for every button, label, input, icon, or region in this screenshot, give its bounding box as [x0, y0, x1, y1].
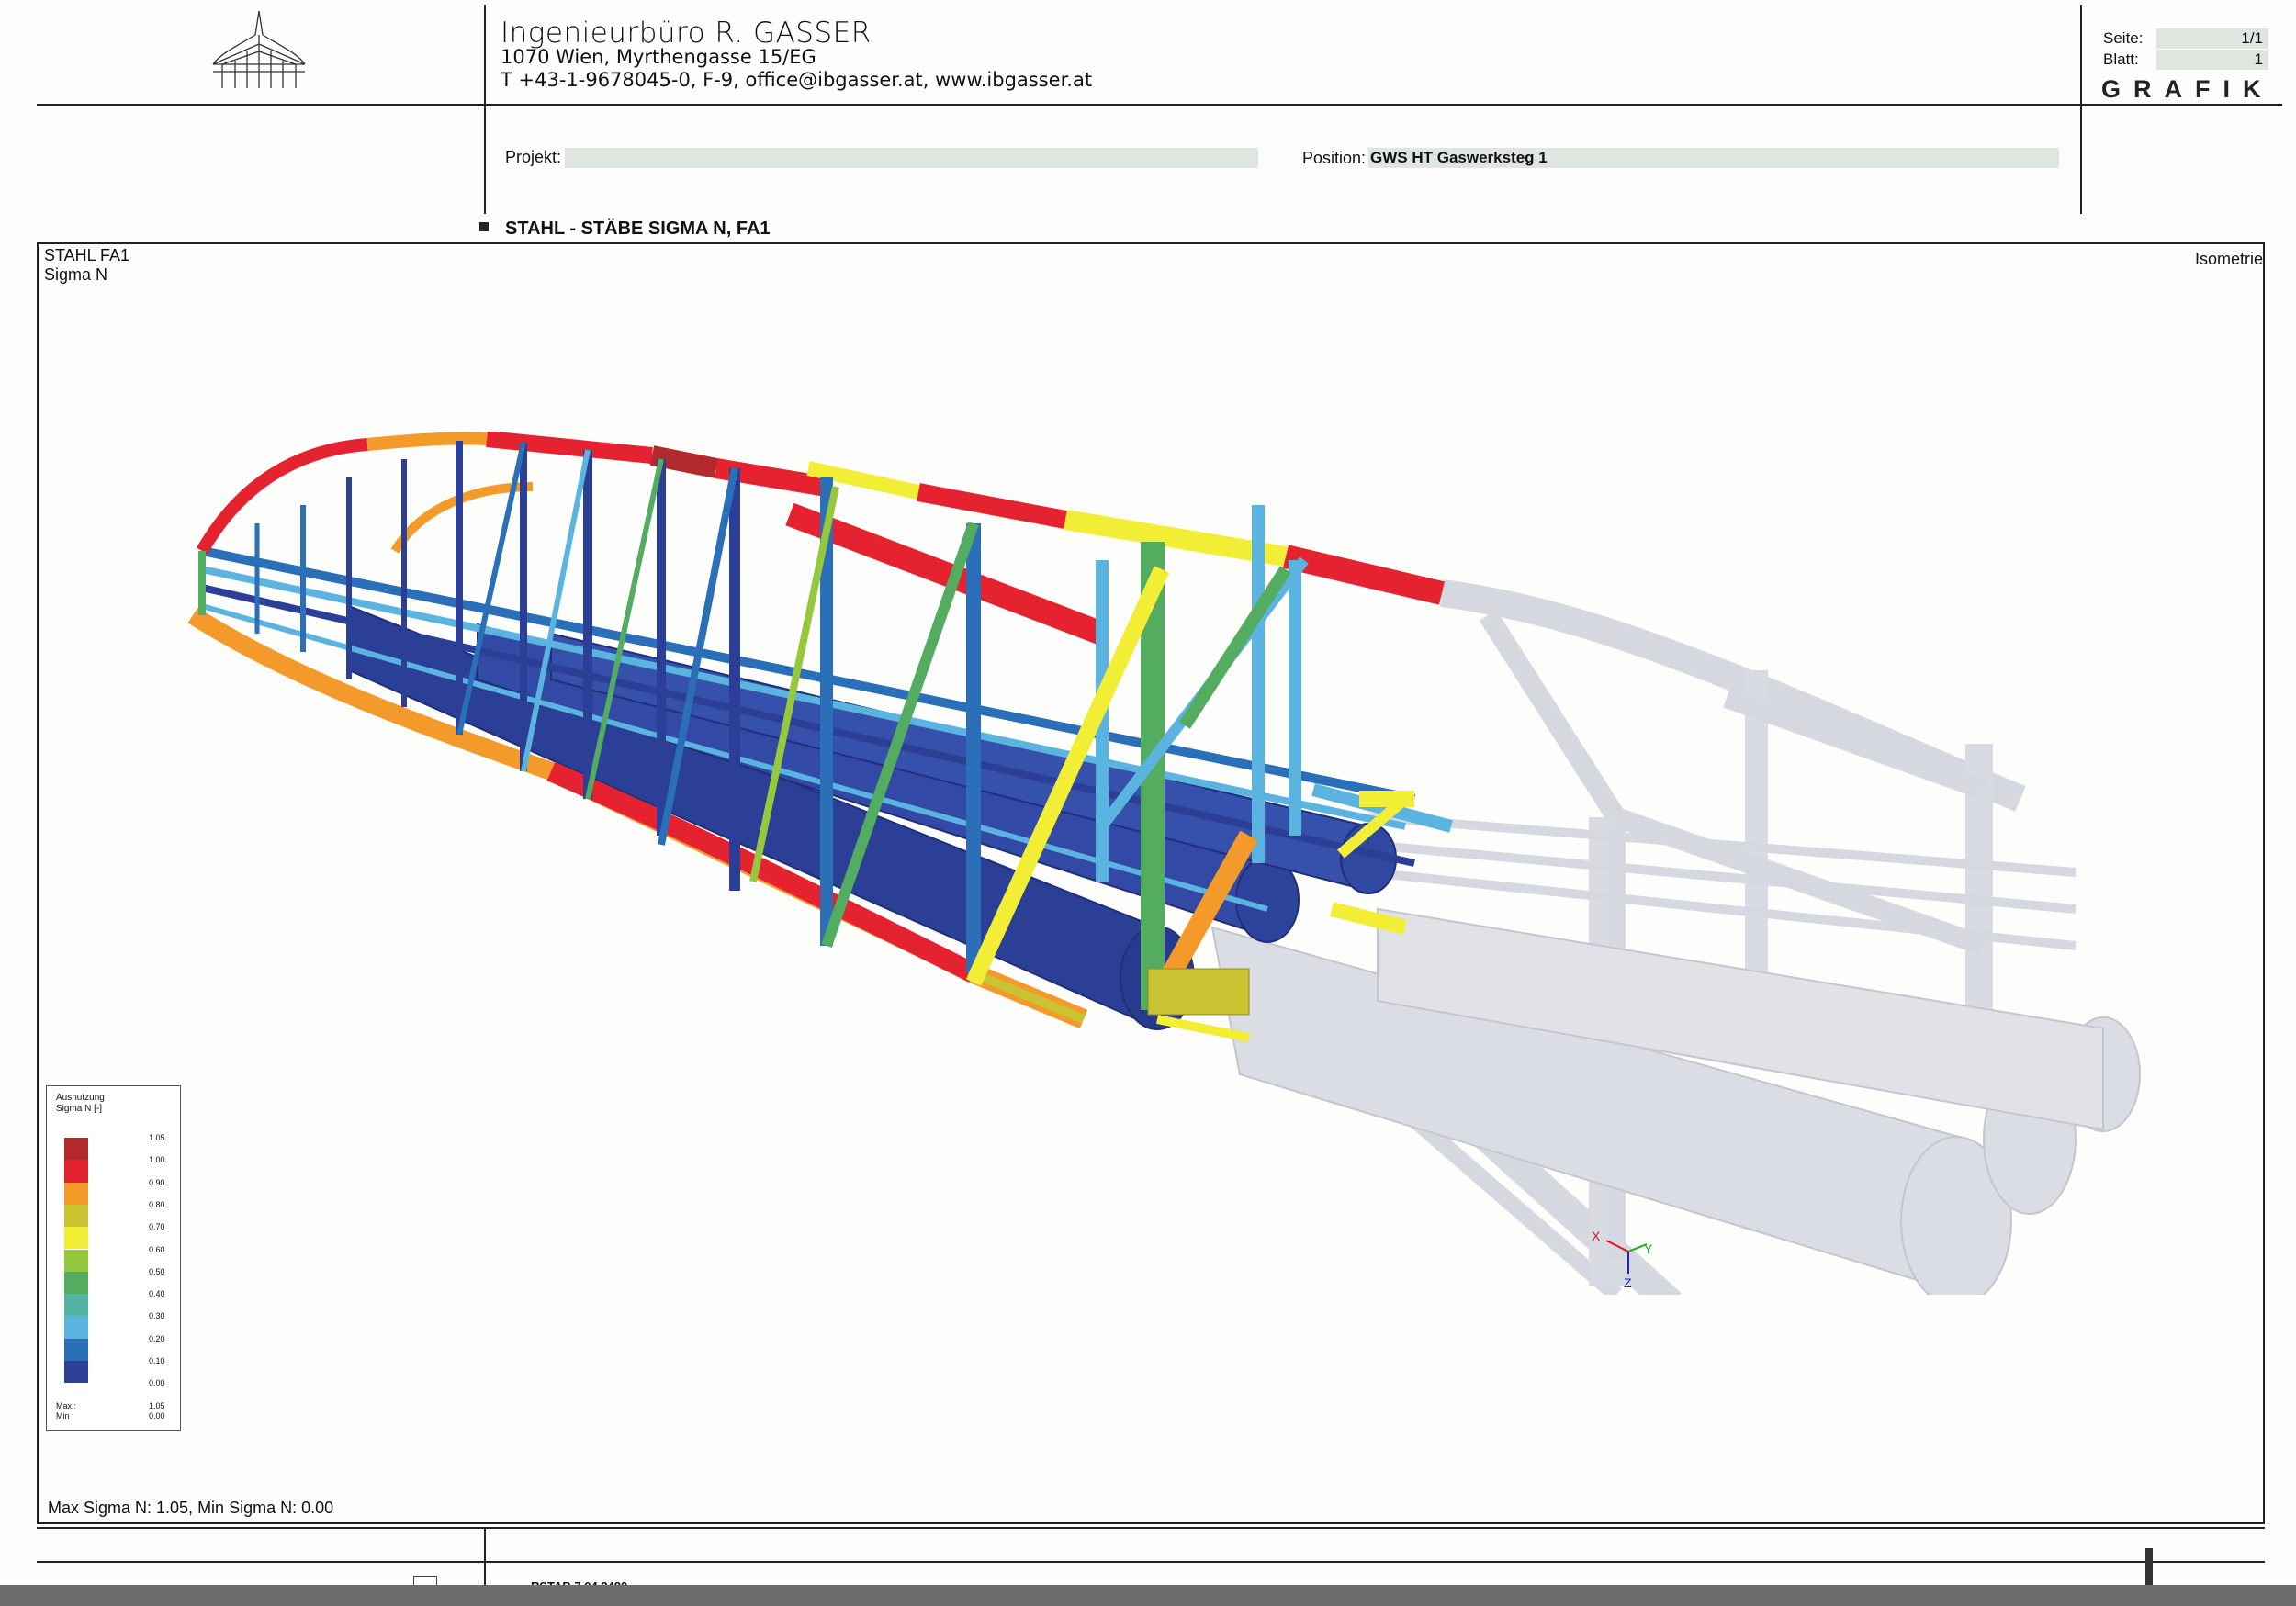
legend-max-value: 1.05 — [149, 1401, 165, 1410]
bridge-model-view — [184, 431, 2167, 1315]
projekt-field — [565, 148, 1258, 168]
legend-tick-label: 0.60 — [149, 1244, 165, 1254]
footer-divider — [484, 1527, 486, 1591]
legend-swatch — [64, 1294, 88, 1317]
axis-y-label: Y — [1644, 1241, 1653, 1256]
company-address: 1070 Wien, Myrthengasse 15/EG — [501, 46, 816, 68]
header-divider-right — [2080, 5, 2082, 214]
legend-swatch — [64, 1182, 88, 1205]
company-logo — [204, 7, 314, 92]
legend-tick-label: 0.00 — [149, 1378, 165, 1388]
seite-label: Seite: — [2103, 29, 2144, 47]
legend-swatch — [64, 1160, 88, 1183]
seite-value: 1/1 — [2156, 28, 2268, 49]
section-title: STAHL - STÄBE SIGMA N, FA1 — [505, 219, 771, 239]
legend-swatch — [64, 1227, 88, 1250]
legend-tick-label: 1.00 — [149, 1155, 165, 1165]
color-legend: Ausnutzung Sigma N [-] 1.05 1.00 0.90 0.80 0… — [46, 1085, 181, 1431]
legend-tick-label: 0.90 — [149, 1177, 165, 1187]
legend-tick-label: 0.50 — [149, 1266, 165, 1276]
legend-tick-label: 1.05 — [149, 1133, 165, 1142]
legend-tick-label: 0.40 — [149, 1289, 165, 1299]
legend-swatch — [64, 1138, 88, 1161]
header-rule-mid — [484, 104, 2080, 106]
company-name: Ingenieurbüro R. GASSER — [501, 17, 872, 50]
footer-rule-bottom — [37, 1561, 2265, 1563]
projekt-label: Projekt: — [505, 148, 562, 166]
result-label: Sigma N — [44, 265, 108, 284]
legend-title: Ausnutzung — [56, 1093, 105, 1103]
footer-bar — [0, 1585, 2296, 1606]
blatt-value: 1 — [2156, 50, 2268, 70]
company-contact: T +43-1-9678045-0, F-9, office@ibgasser.… — [501, 69, 1093, 91]
legend-min-value: 0.00 — [149, 1411, 165, 1421]
load-case-label: STAHL FA1 — [44, 246, 130, 264]
header-divider-left — [484, 5, 486, 214]
legend-tick-label: 0.30 — [149, 1311, 165, 1321]
legend-subtitle: Sigma N [-] — [56, 1104, 103, 1114]
legend-swatch — [64, 1204, 88, 1228]
legend-swatch — [64, 1271, 88, 1295]
summary-label: Max Sigma N: 1.05, Min Sigma N: 0.00 — [48, 1499, 334, 1517]
legend-max-label: Max : — [56, 1401, 77, 1410]
blatt-label: Blatt: — [2103, 51, 2139, 68]
document-type: GRAFIK — [2101, 75, 2274, 103]
legend-swatch — [64, 1338, 88, 1361]
header-rule-right — [2080, 104, 2282, 106]
inactive-pipes — [1210, 907, 2141, 1307]
axis-z-label: Z — [1624, 1275, 1632, 1290]
legend-tick-label: 0.10 — [149, 1356, 165, 1365]
legend-swatch — [64, 1361, 88, 1384]
legend-swatch — [64, 1249, 88, 1272]
legend-min-label: Min : — [56, 1411, 74, 1421]
footer-mark — [2145, 1548, 2153, 1585]
legend-swatch — [64, 1316, 88, 1339]
axis-x-label: X — [1592, 1229, 1601, 1243]
footer-rule-top — [37, 1527, 2265, 1529]
legend-tick-label: 0.80 — [149, 1199, 165, 1209]
legend-tick-label: 0.20 — [149, 1333, 165, 1343]
section-marker — [479, 222, 489, 231]
position-label: Position: — [1302, 149, 1367, 167]
position-field: GWS HT Gaswerksteg 1 — [1368, 148, 2059, 168]
legend-tick-label: 0.70 — [149, 1222, 165, 1232]
header-rule-left — [37, 104, 484, 106]
view-label: Isometrie — [2194, 250, 2263, 268]
